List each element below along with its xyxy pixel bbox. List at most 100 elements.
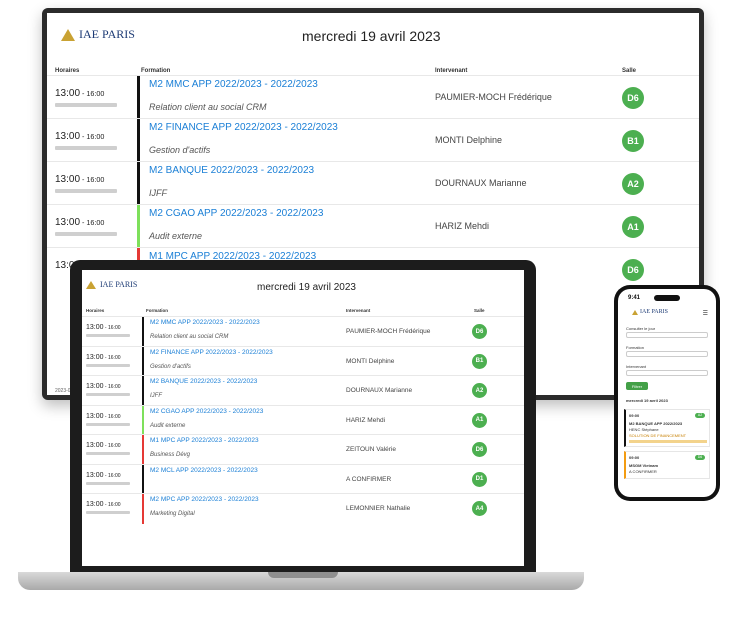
time-progress-bar <box>55 103 117 107</box>
time-slot: 13:00 - 16:00 <box>55 217 105 228</box>
time-progress-bar <box>86 481 130 485</box>
logo-emblem-icon <box>632 309 638 315</box>
table-row[interactable]: 13:00 - 16:00 M2 MPC APP 2022/2023 - 2022… <box>82 493 524 524</box>
course-link[interactable]: M2 CGAO APP 2022/2023 - 2022/2023 <box>150 408 263 415</box>
status-bar <box>137 119 140 162</box>
teacher-name: HARIZ Mehdi <box>435 221 490 231</box>
teacher-name: HARIZ Mehdi <box>346 416 386 424</box>
room-badge: D6 <box>695 455 705 460</box>
logo-text: IAE PARIS <box>79 27 135 41</box>
teacher-name: MONTI Delphine <box>435 135 503 145</box>
card-teacher: HENC Stéphane <box>629 427 659 432</box>
course-subtitle: IJFF <box>149 188 167 198</box>
course-subtitle: Business Dévg <box>150 452 191 458</box>
column-header-formation: Formation <box>141 68 171 74</box>
time-slot: 13:00 - 16:00 <box>86 383 121 390</box>
list-item[interactable]: 09:00 A2 M2 BANQUE APP 2022/2023 HENC St… <box>624 409 710 447</box>
room-badge: D6 <box>622 87 644 109</box>
time-progress-bar <box>86 422 130 426</box>
course-link[interactable]: M1 MPC APP 2022/2023 - 2022/2023 <box>150 437 259 444</box>
room-badge: A1 <box>622 216 644 238</box>
logo-emblem-icon <box>86 280 96 289</box>
logo-text: IAE PARIS <box>100 280 138 289</box>
status-bar <box>142 494 144 524</box>
room-badge: A2 <box>622 173 644 195</box>
course-link[interactable]: M2 FINANCE APP 2022/2023 - 2022/2023 <box>150 349 273 356</box>
column-header-hours: Horaires <box>86 308 105 313</box>
date-label: Consulter le jour <box>626 326 656 331</box>
laptop-screen: IAE PARIS mercredi 19 avril 2023 Horaire… <box>82 270 524 566</box>
course-link[interactable]: M2 FINANCE APP 2022/2023 - 2022/2023 <box>149 122 338 133</box>
time-progress-bar <box>86 511 130 514</box>
phone-status-time: 9:41 <box>628 295 641 301</box>
page-title: mercredi 19 avril 2023 <box>302 28 441 44</box>
laptop: IAE PARIS mercredi 19 avril 2023 Horaire… <box>70 260 536 574</box>
iae-logo: IAE PARIS <box>61 27 135 42</box>
time-slot: 13:00 - 16:00 <box>86 471 121 479</box>
course-subtitle: Relation client au social CRM <box>149 102 267 112</box>
room-badge: D6 <box>472 442 487 457</box>
room-badge: B1 <box>472 353 487 369</box>
table-row[interactable]: 13:00 - 16:00 M2 FINANCE APP 2022/2023 - … <box>82 345 524 376</box>
room-badge: D6 <box>622 259 644 281</box>
room-badge: A4 <box>472 501 487 516</box>
course-link[interactable]: M2 BANQUE 2022/2023 - 2022/2023 <box>149 165 314 176</box>
date-input[interactable] <box>626 332 708 338</box>
room-badge: A2 <box>472 383 487 398</box>
course-link[interactable]: M2 CGAO APP 2022/2023 - 2022/2023 <box>149 208 323 219</box>
table-row[interactable]: 13:00 - 16:00 M2 MMC APP 2022/2023 - 2022… <box>82 316 524 347</box>
table-row[interactable]: 13:00 - 16:00 M2 FINANCE APP 2022/2023 -… <box>47 118 699 162</box>
teacher-name: PAUMIER-MOCH Frédérique <box>346 328 431 335</box>
status-bar <box>142 317 144 347</box>
course-link[interactable]: M2 MMC APP 2022/2023 - 2022/2023 <box>149 79 318 90</box>
course-link[interactable]: M2 MMC APP 2022/2023 - 2022/2023 <box>150 319 260 326</box>
time-progress-bar <box>86 334 130 337</box>
card-teacher: A CONFIRMER <box>629 469 657 474</box>
list-item[interactable]: 09:00 D6 MSGM Vietnam A CONFIRMER <box>624 451 710 479</box>
teacher-select[interactable] <box>626 370 708 376</box>
course-subtitle: Relation client au social CRM <box>150 334 229 340</box>
logo-emblem-icon <box>61 28 75 41</box>
table-row[interactable]: 13:00 - 16:00 M1 MPC APP 2022/2023 - 2022… <box>82 434 524 465</box>
card-course: M2 BANQUE APP 2022/2023 <box>629 421 683 426</box>
status-bar <box>142 376 144 406</box>
time-slot: 13:00 - 16:00 <box>86 353 121 361</box>
table-row[interactable]: 13:00 - 16:00 M2 MMC APP 2022/2023 - 202… <box>47 75 699 119</box>
column-header-hours: Horaires <box>55 68 80 74</box>
laptop-notch <box>268 572 338 578</box>
phone-screen: 9:41 IAE PARIS ☰ Consulter le jour Forma… <box>618 289 716 497</box>
course-subtitle: Marketing Digital <box>150 511 195 517</box>
teacher-name: DOURNAUX Marianne <box>346 387 413 394</box>
course-subtitle: Audit externe <box>150 422 186 429</box>
course-subtitle: IJFF <box>150 393 162 399</box>
room-badge: D6 <box>472 324 487 339</box>
room-badge: A1 <box>472 412 487 428</box>
table-row[interactable]: 13:00 - 16:00 M2 MCL APP 2022/2023 - 2022… <box>82 463 524 494</box>
table-row[interactable]: 13:00 - 16:00 M2 CGAO APP 2022/2023 - 20… <box>47 204 699 248</box>
room-badge: A2 <box>695 413 705 418</box>
time-progress-bar <box>55 146 117 150</box>
filter-button[interactable]: Filtrer <box>626 382 648 390</box>
card-course: MSGM Vietnam <box>629 463 659 468</box>
card-progress-bar <box>629 440 707 443</box>
table-row[interactable]: 13:00 - 16:00 M2 CGAO APP 2022/2023 - 202… <box>82 404 524 435</box>
room-badge: B1 <box>622 130 644 152</box>
time-slot: 13:00 - 16:00 <box>55 131 105 142</box>
column-header-teacher: Intervenant <box>346 308 371 313</box>
status-bar <box>137 76 140 119</box>
teacher-name: A CONFIRMER <box>346 475 392 483</box>
course-link[interactable]: M2 MCL APP 2022/2023 - 2022/2023 <box>150 467 258 474</box>
time-slot: 13:00 - 16:00 <box>86 324 121 331</box>
menu-icon[interactable]: ☰ <box>703 310 708 317</box>
course-link[interactable]: M2 BANQUE 2022/2023 - 2022/2023 <box>150 378 257 385</box>
formation-label: Formation <box>626 345 645 350</box>
time-slot: 13:00 - 16:00 <box>86 501 121 508</box>
course-link[interactable]: M2 MPC APP 2022/2023 - 2022/2023 <box>150 496 259 503</box>
table-row[interactable]: 13:00 - 16:00 M2 BANQUE 2022/2023 - 2022… <box>47 161 699 205</box>
day-header: mercredi 19 avril 2023 <box>626 398 668 403</box>
column-header-room: Salle <box>622 68 637 74</box>
table-row[interactable]: 13:00 - 16:00 M2 BANQUE 2022/2023 - 2022/… <box>82 375 524 406</box>
formation-select[interactable] <box>626 351 708 357</box>
time-progress-bar <box>55 189 117 193</box>
time-progress-bar <box>55 232 117 236</box>
